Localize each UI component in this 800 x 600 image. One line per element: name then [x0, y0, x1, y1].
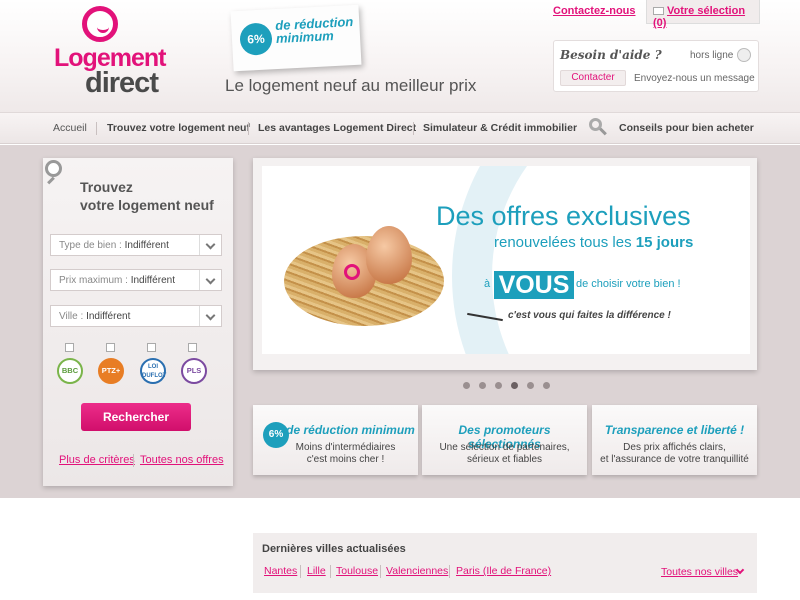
nav-item-find[interactable]: Trouvez votre logement neuf [107, 122, 250, 134]
all-offers-link[interactable]: Toutes nos offres [140, 454, 224, 466]
feature-text-line: et l'assurance de votre tranquillité [600, 454, 749, 465]
city-separator [449, 565, 450, 578]
city-link-valenciennes[interactable]: Valenciennes [386, 565, 448, 577]
bbc-label-icon: BBC [57, 358, 83, 384]
slider-dot[interactable] [463, 382, 470, 389]
egg-image [366, 226, 412, 284]
send-message-link[interactable]: Envoyez-nous un message [634, 73, 755, 84]
search-magnifier-icon [45, 160, 71, 186]
banner-arc-decoration [452, 166, 750, 354]
feature-transparency[interactable]: Transparence et liberté ! Des prix affic… [592, 405, 757, 475]
ptz-checkbox[interactable] [106, 343, 115, 352]
search-title-line2: votre logement neuf [80, 197, 214, 213]
slider-dot[interactable] [479, 382, 486, 389]
property-type-value: Indifférent [124, 240, 169, 251]
max-price-select[interactable]: Prix maximum : Indifférent [50, 269, 222, 291]
nav-separator [413, 122, 414, 135]
hero-banner[interactable]: Des offres exclusives renouvelées tous l… [262, 166, 750, 354]
chevron-down-icon [199, 306, 221, 326]
contact-link[interactable]: Contactez-nous [553, 5, 636, 17]
help-title: Besoin d'aide ? [560, 48, 662, 62]
search-title: Trouvez votre logement neuf [80, 178, 214, 214]
links-separator [133, 454, 134, 467]
city-value: Indifférent [86, 311, 131, 322]
duflot-checkbox[interactable] [147, 343, 156, 352]
status-indicator-icon [737, 48, 751, 62]
main-nav: Accueil Trouvez votre logement neuf Les … [0, 112, 800, 144]
slider-dot[interactable] [543, 382, 550, 389]
city-link-paris[interactable]: Paris (Ile de France) [456, 565, 551, 577]
banner-handwritten: c'est vous qui faites la différence ! [508, 310, 671, 321]
slider-dot-active[interactable] [511, 382, 518, 389]
feature-text-line: Moins d'intermédiaires [295, 442, 396, 453]
feature-text: Une sélection de partenaires, sérieux et… [422, 442, 587, 466]
promo-percent-badge: 6% [239, 22, 273, 56]
logo-mark [82, 6, 118, 42]
cities-title: Dernières villes actualisées [262, 543, 406, 555]
nav-item-simulator[interactable]: Simulateur & Crédit immobilier [423, 122, 577, 134]
vous-prefix: à [484, 278, 491, 290]
vous-box: VOUS [494, 271, 574, 299]
more-criteria-link[interactable]: Plus de critères [59, 454, 135, 466]
banner-subline-text: renouvelées tous les [494, 234, 636, 251]
selection-tab[interactable]: Votre sélection (0) [646, 0, 760, 29]
feature-promoters[interactable]: Des promoteurs sélectionnés Une sélectio… [422, 405, 587, 475]
ptz-label-icon: PTZ+ [98, 358, 124, 384]
nav-separator [96, 122, 97, 135]
banner-subline-bold: 15 jours [635, 234, 694, 251]
city-link-toulouse[interactable]: Toulouse [336, 565, 378, 577]
banner-headline: Des offres exclusives [436, 201, 691, 231]
slider-dot[interactable] [495, 382, 502, 389]
feature-text: Des prix affichés clairs, et l'assurance… [592, 442, 757, 466]
city-link-nantes[interactable]: Nantes [264, 565, 297, 577]
city-label: Ville : [59, 311, 84, 322]
slider-dot[interactable] [527, 382, 534, 389]
pls-label-icon: PLS [181, 358, 207, 384]
city-link-lille[interactable]: Lille [307, 565, 326, 577]
tagline: Le logement neuf au meilleur prix [225, 76, 477, 95]
property-type-select[interactable]: Type de bien : Indifférent [50, 234, 222, 256]
help-contact-button[interactable]: Contacter [560, 70, 626, 86]
city-separator [300, 565, 301, 578]
feature-text-line: c'est moins cher ! [306, 454, 385, 465]
cities-section [253, 533, 757, 593]
feature-text: Moins d'intermédiaires c'est moins cher … [253, 442, 418, 466]
city-select[interactable]: Ville : Indifférent [50, 305, 222, 327]
nav-separator [248, 122, 249, 135]
chevron-down-icon [199, 270, 221, 290]
feature-text-line: Une sélection de partenaires, [439, 442, 570, 453]
help-box: Besoin d'aide ? hors ligne Contacter Env… [553, 40, 759, 92]
pls-checkbox[interactable] [188, 343, 197, 352]
search-button[interactable]: Rechercher [81, 403, 191, 431]
duflot-label-icon: LOI DUFLOT [140, 358, 166, 384]
feature-text-line: sérieux et fiables [466, 454, 543, 465]
promo-sticker: 6% de réduction minimum [230, 4, 362, 72]
nav-item-advice[interactable]: Conseils pour bien acheter [619, 122, 754, 134]
city-separator [380, 565, 381, 578]
vous-suffix: de choisir votre bien ! [576, 278, 681, 290]
max-price-value: Indifférent [130, 275, 175, 286]
nav-item-home[interactable]: Accueil [53, 122, 87, 134]
property-type-label: Type de bien : [59, 240, 122, 251]
logo[interactable]: Logement direct [54, 6, 174, 102]
nav-item-advantages[interactable]: Les avantages Logement Direct [258, 122, 416, 134]
all-cities-link[interactable]: Toutes nos villes [661, 566, 738, 578]
feature-discount[interactable]: 6% de réduction minimum Moins d'interméd… [253, 405, 418, 475]
search-title-line1: Trouvez [80, 179, 133, 195]
egg-logo-mark [344, 264, 360, 280]
help-status: hors ligne [690, 50, 734, 61]
magnifier-icon [589, 118, 609, 138]
banner-subline: renouvelées tous les 15 jours [494, 234, 693, 251]
folder-icon [653, 7, 664, 15]
feature-title: de réduction minimum [286, 423, 415, 437]
logo-word-direct: direct [85, 67, 159, 99]
feature-title: Transparence et liberté ! [604, 423, 745, 437]
chevron-down-icon [199, 235, 221, 255]
city-separator [330, 565, 331, 578]
promo-text: de réduction minimum [274, 13, 354, 47]
bbc-checkbox[interactable] [65, 343, 74, 352]
max-price-label: Prix maximum : [59, 275, 128, 286]
slider-dots [463, 382, 553, 392]
feature-text-line: Des prix affichés clairs, [623, 442, 726, 453]
